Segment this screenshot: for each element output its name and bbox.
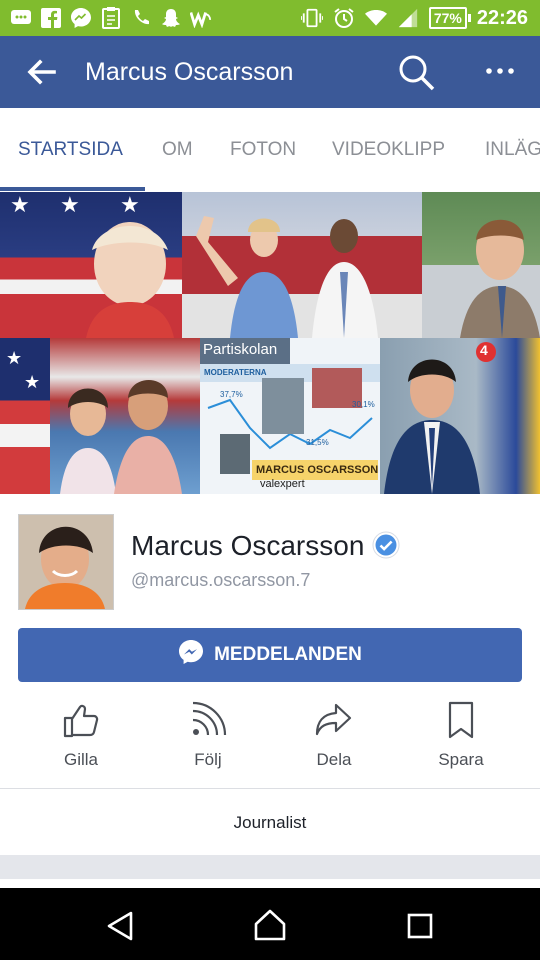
svg-text:★: ★ (120, 192, 140, 217)
follow-button[interactable]: Följ (148, 700, 268, 770)
page-title: Marcus Oscarsson (85, 58, 294, 86)
tab-bar: STARTSIDA OM FOTON VIDEOKLIPP INLÄG (0, 108, 540, 193)
section-separator (0, 855, 540, 879)
svg-text:★: ★ (10, 192, 30, 217)
divider (0, 788, 540, 789)
message-icon (10, 7, 32, 29)
profile-handle: @marcus.oscarsson.7 (131, 570, 311, 590)
vibrate-icon (300, 7, 323, 29)
name-banner: MARCUS OSCARSSON (256, 464, 379, 476)
message-button-label: MEDDELANDEN (214, 644, 362, 665)
chart-percent-label: 37,7% (220, 390, 243, 399)
more-options-icon[interactable] (485, 61, 515, 81)
rss-icon (192, 701, 227, 736)
cover-photo-tile: ★ ★ (0, 338, 50, 494)
share-button[interactable]: Dela (274, 700, 394, 770)
search-icon[interactable] (398, 54, 436, 92)
profile-name: Marcus Oscarsson (131, 530, 365, 561)
wifi-icon (364, 7, 387, 29)
share-icon (315, 703, 352, 736)
snapchat-icon (160, 7, 182, 29)
system-navigation-bar (0, 888, 540, 960)
like-label: Gilla (63, 750, 98, 769)
svg-text:★: ★ (6, 348, 22, 368)
cover-election-graphic: Partiskolan MODERATERNA 37,7% 31,5% 30,1… (200, 338, 380, 494)
svg-text:★: ★ (24, 372, 40, 392)
facebook-icon (40, 7, 62, 29)
verified-badge-icon (372, 531, 400, 559)
thumbs-up-icon (63, 704, 99, 738)
cover-photo-tile (182, 192, 422, 338)
chart-percent-label: 30,1% (352, 400, 375, 409)
phone-icon (130, 7, 152, 29)
chart-percent-label: 31,5% (306, 438, 329, 447)
status-bar: 77% 22:26 (0, 0, 540, 36)
moderaterna-label: MODERATERNA (204, 368, 267, 377)
like-button[interactable]: Gilla (21, 700, 141, 770)
messenger-icon (70, 7, 92, 29)
save-label: Spara (438, 750, 484, 769)
message-button[interactable]: MEDDELANDEN (18, 628, 522, 682)
bookmark-icon (448, 701, 474, 739)
share-label: Dela (316, 750, 352, 769)
save-button[interactable]: Spara (401, 700, 521, 770)
tab-om[interactable]: OM (162, 108, 193, 192)
cover-photo[interactable]: ★ ★ ★ ★ ★ Partiskolan MODERATERNA 37,7% … (0, 192, 540, 494)
action-row: Gilla Följ Dela Spara (0, 700, 540, 788)
alarm-icon (333, 7, 355, 29)
avatar[interactable] (18, 514, 114, 610)
tab-startsida[interactable]: STARTSIDA (18, 108, 123, 192)
tab-foton[interactable]: FOTON (230, 108, 296, 192)
partiskolan-label: Partiskolan (203, 341, 278, 358)
back-arrow-icon[interactable] (26, 58, 56, 86)
valexpert-label: valexpert (260, 478, 305, 490)
svg-text:★: ★ (60, 192, 80, 217)
cover-photo-tile: ★ ★ ★ (0, 192, 182, 338)
follow-label: Följ (194, 750, 222, 769)
cover-photo-tile (422, 192, 540, 338)
messenger-icon (178, 639, 204, 671)
back-icon[interactable] (104, 910, 136, 947)
channel-logo: 4 (480, 342, 488, 358)
w-app-icon (190, 7, 212, 29)
battery-indicator: 77% (428, 7, 471, 29)
active-tab-indicator (0, 187, 145, 191)
clock: 22:26 (476, 6, 528, 29)
app-bar: Marcus Oscarsson (0, 36, 540, 108)
home-icon[interactable] (253, 908, 287, 947)
tab-videoklipp[interactable]: VIDEOKLIPP (332, 108, 445, 192)
clipboard-icon (100, 7, 122, 29)
page-category[interactable]: Journalist (0, 800, 540, 846)
recents-icon[interactable] (406, 912, 434, 945)
signal-icon (397, 7, 419, 29)
cover-photo-tile (50, 338, 200, 494)
cover-photo-tile: 4 (380, 338, 540, 494)
tab-inlagg[interactable]: INLÄG (485, 108, 540, 192)
